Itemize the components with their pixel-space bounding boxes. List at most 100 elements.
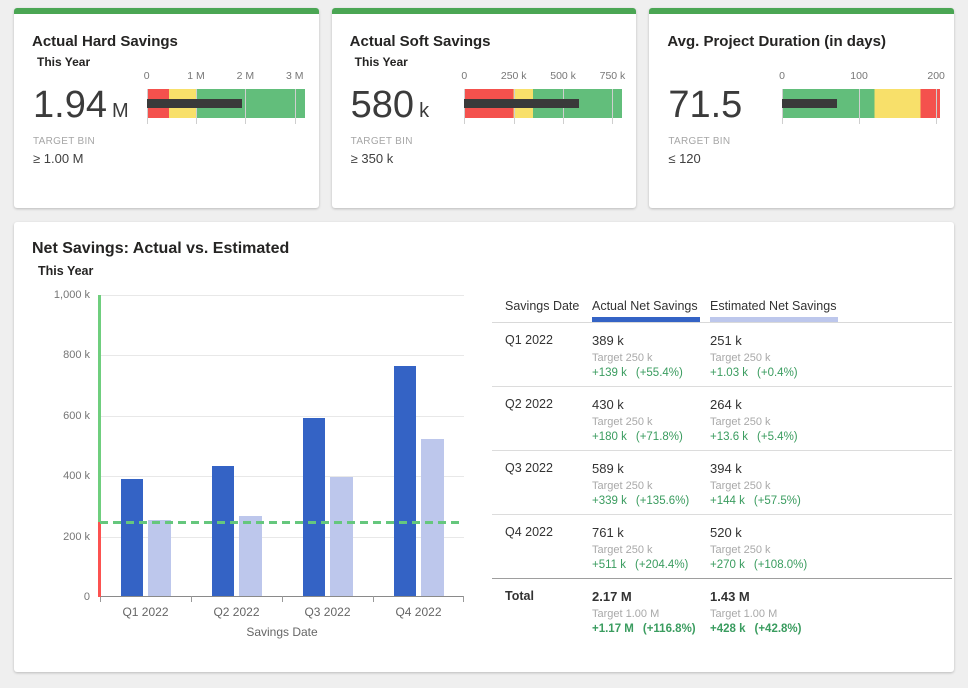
estimated-cell-q4-2022: 520 k Target 250 k +270 k(+108.0%): [710, 525, 807, 571]
y-tick-label: 400 k: [63, 470, 90, 482]
x-tick-label-q4-2022: Q4 2022: [373, 605, 464, 619]
table-row-q1-2022[interactable]: Q1 2022389 kTarget 250 k+139 k(+55.4%)25…: [492, 323, 952, 387]
delta-amount: +13.6 k: [710, 431, 748, 443]
bullet-tick-label: 0: [144, 70, 150, 82]
table-row-q4-2022[interactable]: Q4 2022761 kTarget 250 k+511 k(+204.4%)5…: [492, 515, 952, 579]
delta-percent: (+116.8%): [643, 623, 696, 635]
kpi-target-bin-label: TARGET BIN: [668, 136, 730, 147]
cell-delta: +428 k (+42.8%): [710, 623, 801, 635]
kpi-row: Actual Hard Savings This Year 1.94M TARG…: [14, 8, 954, 208]
cell-delta: +144 k(+57.5%): [710, 495, 801, 507]
table-row-q3-2022[interactable]: Q3 2022589 kTarget 250 k+339 k(+135.6%)3…: [492, 451, 952, 515]
kpi-target-bin-value: ≥ 350 k: [351, 151, 394, 166]
actual-cell-q1-2022: 389 kTarget 250 k+139 k(+55.4%): [592, 333, 683, 379]
bullet-measure-bar: [464, 99, 579, 108]
bar-estimated-net-savings-q1-2022[interactable]: [148, 520, 171, 596]
column-header-savings-date: Savings Date: [505, 299, 579, 313]
x-axis-title: Savings Date: [100, 625, 464, 639]
delta-percent: (+42.8%): [755, 623, 802, 635]
x-tick-label-q2-2022: Q2 2022: [191, 605, 282, 619]
cell-target: Target 1.00 M: [592, 608, 696, 620]
kpi-card-avg-project-duration: Avg. Project Duration (in days) 71.5 TAR…: [649, 8, 954, 208]
cell-delta: +339 k (+135.6%): [592, 495, 689, 507]
delta-amount: +1.17 M: [592, 623, 634, 635]
kpi-card-actual-soft-savings: Actual Soft Savings This Year 580k TARGE…: [332, 8, 637, 208]
y-tick-label: 1,000 k: [54, 289, 90, 301]
y-tick-label: 600 k: [63, 410, 90, 422]
cell-target: Target 250 k: [710, 352, 798, 364]
x-axis-tick: [191, 596, 192, 602]
bar-group-q2-2022: [191, 295, 282, 596]
kpi-value-number: 580: [351, 84, 414, 126]
kpi-target-bin-value: ≥ 1.00 M: [33, 151, 84, 166]
cell-value: 520 k: [710, 525, 807, 540]
delta-amount: +139 k: [592, 367, 627, 379]
delta-percent: (+55.4%): [636, 367, 683, 379]
bar-groups: [100, 295, 464, 596]
cell-target: Target 250 k: [592, 416, 683, 428]
row-date: Q4 2022: [505, 525, 553, 539]
cell-target: Target 250 k: [710, 416, 798, 428]
delta-amount: +511 k: [592, 559, 626, 571]
kpi-title: Actual Soft Savings: [350, 33, 491, 50]
bar-actual-net-savings-q3-2022[interactable]: [303, 418, 325, 596]
bar-estimated-net-savings-q4-2022[interactable]: [421, 439, 444, 596]
cell-target: Target 250 k: [710, 544, 807, 556]
kpi-value: 71.5: [668, 84, 747, 132]
kpi-target-bin-label: TARGET BIN: [351, 136, 413, 147]
kpi-card-actual-hard-savings: Actual Hard Savings This Year 1.94M TARG…: [14, 8, 319, 208]
kpi-value-number: 71.5: [668, 84, 742, 126]
cell-delta: +1.03 k(+0.4%): [710, 367, 798, 379]
bullet-chart: 0100200: [782, 70, 940, 132]
kpi-value: 580k: [351, 84, 429, 132]
y-axis-line-below-target: [98, 522, 101, 598]
y-axis-labels: 0200 k400 k600 k800 k1,000 k: [14, 295, 90, 597]
card-accent-bar: [332, 8, 637, 14]
x-axis-tick: [373, 596, 374, 602]
chart-title: Net Savings: Actual vs. Estimated: [32, 240, 289, 258]
chart-subtitle: This Year: [38, 264, 93, 278]
net-savings-card: Net Savings: Actual vs. Estimated This Y…: [14, 222, 954, 672]
plot-area: [100, 295, 464, 597]
delta-amount: +1.03 k: [710, 367, 748, 379]
net-savings-table: Savings Date Actual Net Savings Estimate…: [492, 290, 952, 641]
bar-estimated-net-savings-q3-2022[interactable]: [330, 477, 353, 596]
table-header: Savings Date Actual Net Savings Estimate…: [492, 290, 952, 323]
row-date: Q2 2022: [505, 397, 553, 411]
table-row-q2-2022[interactable]: Q2 2022430 kTarget 250 k+180 k(+71.8%)26…: [492, 387, 952, 451]
delta-amount: +180 k: [592, 431, 627, 443]
x-tick-label-q1-2022: Q1 2022: [100, 605, 191, 619]
bullet-tick-label: 750 k: [600, 70, 626, 82]
bar-actual-net-savings-q1-2022[interactable]: [121, 479, 143, 596]
bar-group-q1-2022: [100, 295, 191, 596]
kpi-title: Avg. Project Duration (in days): [667, 33, 886, 50]
estimated-cell-q1-2022: 251 k Target 250 k +1.03 k(+0.4%): [710, 333, 798, 379]
kpi-value-number: 1.94: [33, 84, 107, 126]
bullet-tick-line: [859, 89, 860, 124]
cell-target: Target 250 k: [592, 544, 688, 556]
column-header-estimated-net-savings: Estimated Net Savings: [710, 299, 836, 313]
delta-amount: +428 k: [710, 623, 746, 635]
bar-actual-net-savings-q2-2022[interactable]: [212, 466, 234, 596]
delta-amount: +270 k: [710, 559, 745, 571]
legend-swatch-actual: [592, 317, 700, 322]
cell-value: 251 k: [710, 333, 798, 348]
cell-value: 430 k: [592, 397, 683, 412]
kpi-value: 1.94M: [33, 84, 129, 132]
row-date: Q3 2022: [505, 461, 553, 475]
cell-delta: +270 k(+108.0%): [710, 559, 807, 571]
delta-percent: (+135.6%): [636, 495, 689, 507]
bullet-tick-label: 3 M: [286, 70, 304, 82]
bullet-tick-label: 0: [779, 70, 785, 82]
table-row-total[interactable]: Total2.17 MTarget 1.00 M+1.17 M(+116.8%)…: [492, 579, 952, 641]
kpi-value-unit: k: [419, 100, 429, 122]
actual-cell-total: 2.17 MTarget 1.00 M+1.17 M(+116.8%): [592, 589, 696, 635]
kpi-target-bin-value: ≤ 120: [668, 151, 700, 166]
actual-cell-q2-2022: 430 kTarget 250 k+180 k(+71.8%): [592, 397, 683, 443]
bar-group-q4-2022: [373, 295, 464, 596]
bullet-tick-line: [612, 89, 613, 124]
bar-estimated-net-savings-q2-2022[interactable]: [239, 516, 262, 596]
bar-actual-net-savings-q4-2022[interactable]: [394, 366, 416, 596]
cell-delta: +511 k(+204.4%): [592, 559, 688, 571]
delta-amount: +339 k: [592, 495, 627, 507]
